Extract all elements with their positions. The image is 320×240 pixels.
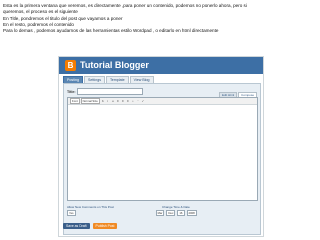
post-options: Allow New Comments on This Post Change T… [67,204,256,216]
align-right-icon[interactable]: ≡ [126,99,130,103]
underline-icon[interactable]: u [111,99,115,103]
post-body-editor[interactable]: Font Normal Size b i u ≡ ≡ ≡ • “ ✓ [67,97,258,201]
instruction-text: Esta es la primera ventana que veremos, … [3,3,317,34]
post-actions: Save as Draft Publish Post [63,223,118,229]
bold-icon[interactable]: b [101,99,105,103]
date-option-label: Change Time & Date [162,205,190,209]
date-month-select[interactable]: Mar [155,210,165,216]
font-select[interactable]: Font [70,98,80,104]
instruction-line: Para lo demas , podemos ayudarnos de las… [3,28,219,34]
date-day-select[interactable]: 16 [177,210,185,216]
comments-option-label: Allow New Comments on This Post [67,205,114,209]
blockquote-icon[interactable]: “ [136,99,140,103]
align-left-icon[interactable]: ≡ [116,99,120,103]
bullet-list-icon[interactable]: • [131,99,135,103]
post-editor-panel: Title: Edit Html Compose Font Normal Siz… [63,83,261,235]
blogger-logo-icon: B [65,60,76,71]
blogger-header: B Tutorial Blogger [59,57,263,74]
formatting-toolbar: Font Normal Size b i u ≡ ≡ ≡ • “ ✓ [68,98,257,105]
spellcheck-icon[interactable]: ✓ [141,99,145,103]
options-values: Yes Mar Dec 16 2008 [67,210,256,216]
options-labels: Allow New Comments on This Post Change T… [67,205,256,209]
comments-select[interactable]: Yes [67,210,76,216]
blog-title: Tutorial Blogger [80,60,149,70]
title-input[interactable] [77,88,143,95]
title-row: Title: [67,88,143,95]
blogger-screenshot: B Tutorial Blogger Posting Settings Temp… [58,56,264,237]
publish-post-button[interactable]: Publish Post [92,223,118,229]
title-label: Title: [67,89,76,94]
font-size-select[interactable]: Normal Size [80,98,100,104]
align-center-icon[interactable]: ≡ [121,99,125,103]
date-month2-select[interactable]: Dec [166,210,176,216]
italic-icon[interactable]: i [106,99,110,103]
save-draft-button[interactable]: Save as Draft [63,223,90,229]
date-year-select[interactable]: 2008 [186,210,197,216]
